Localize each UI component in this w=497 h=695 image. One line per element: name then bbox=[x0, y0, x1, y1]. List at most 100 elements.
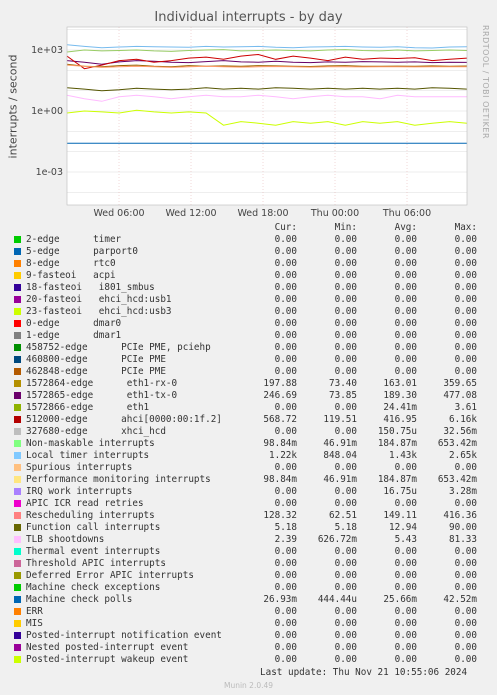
legend-label: Non-maskable interrupts bbox=[26, 438, 155, 449]
legend-max-value: 3.28m bbox=[449, 486, 477, 497]
legend-swatch bbox=[14, 500, 21, 507]
legend-max-value: 416.36 bbox=[443, 510, 477, 521]
legend-swatch bbox=[14, 380, 21, 387]
legend-label: TLB shootdowns bbox=[26, 534, 105, 545]
x-tick-label: Thu 00:00 bbox=[310, 208, 359, 219]
legend-swatch bbox=[14, 296, 21, 303]
legend-swatch bbox=[14, 476, 21, 483]
legend-max-value: 0.00 bbox=[454, 270, 477, 281]
legend-label: Posted-interrupt wakeup event bbox=[26, 654, 189, 665]
legend-label: Machine check polls bbox=[26, 594, 133, 605]
plot-background bbox=[67, 27, 467, 205]
legend-max-value: 653.42m bbox=[437, 438, 477, 449]
y-tick-labels: 1e+03 1e+00 1e-03 bbox=[31, 45, 63, 178]
legend-label: Nested posted-interrupt event bbox=[26, 642, 189, 653]
legend-label: 20-fasteoi ehci_hcd:usb1 bbox=[26, 294, 172, 305]
legend-label: 5-edge parport0 bbox=[26, 246, 138, 257]
legend-max-value: 0.00 bbox=[454, 570, 477, 581]
legend-swatch bbox=[14, 512, 21, 519]
legend-max-value: 81.33 bbox=[449, 534, 477, 545]
legend-swatch bbox=[14, 272, 21, 279]
legend-swatch bbox=[14, 596, 21, 603]
legend-swatch bbox=[14, 320, 21, 327]
legend-label: 327680-edge xhci_hcd bbox=[26, 426, 166, 437]
legend-max-value: 0.00 bbox=[454, 498, 477, 509]
legend-swatch bbox=[14, 644, 21, 651]
x-tick-label: Wed 12:00 bbox=[165, 208, 216, 219]
legend-label: Function call interrupts bbox=[26, 522, 161, 533]
legend-label: IRQ work interrupts bbox=[26, 486, 133, 497]
legend-max-value: 90.00 bbox=[449, 522, 477, 533]
legend-label: 8-edge rtc0 bbox=[26, 258, 116, 269]
header-max: Max: bbox=[454, 222, 477, 233]
legend-label: 512000-edge ahci[0000:00:1f.2] bbox=[26, 414, 222, 425]
legend-swatch bbox=[14, 416, 21, 423]
legend-swatch bbox=[14, 332, 21, 339]
legend-swatch bbox=[14, 524, 21, 531]
legend-max-value: 0.00 bbox=[454, 234, 477, 245]
legend-swatch bbox=[14, 308, 21, 315]
legend-label: 1572866-edge eth1 bbox=[26, 402, 150, 413]
legend-max-value: 0.00 bbox=[454, 258, 477, 269]
legend-swatch bbox=[14, 392, 21, 399]
legend-label: ERR bbox=[26, 606, 43, 617]
legend-swatch bbox=[14, 620, 21, 627]
legend-label: 0-edge dmar0 bbox=[26, 318, 122, 329]
legend-label: Spurious interrupts bbox=[26, 462, 133, 473]
legend-label: APIC ICR read retries bbox=[26, 498, 144, 509]
legend-swatch bbox=[14, 548, 21, 555]
legend-max-value: 3.61 bbox=[454, 402, 477, 413]
legend-max-value: 0.00 bbox=[454, 330, 477, 341]
legend-max-value: 0.00 bbox=[454, 618, 477, 629]
legend-max-value: 0.00 bbox=[454, 546, 477, 557]
legend-label: Threshold APIC interrupts bbox=[26, 558, 166, 569]
legend-swatch bbox=[14, 404, 21, 411]
legend-max-value: 0.00 bbox=[454, 246, 477, 257]
legend-label: Performance monitoring interrupts bbox=[26, 474, 211, 485]
legend-swatch bbox=[14, 428, 21, 435]
x-tick-label: Thu 06:00 bbox=[382, 208, 431, 219]
legend-max-value: 0.00 bbox=[454, 366, 477, 377]
legend-label: 23-fasteoi ehci_hcd:usb3 bbox=[26, 306, 172, 317]
legend-label: 2-edge timer bbox=[26, 234, 122, 245]
legend-max-value: 0.00 bbox=[454, 606, 477, 617]
legend-swatch bbox=[14, 572, 21, 579]
legend-swatch bbox=[14, 584, 21, 591]
legend-max-value: 0.00 bbox=[454, 318, 477, 329]
legend-swatch bbox=[14, 464, 21, 471]
legend-swatch bbox=[14, 248, 21, 255]
legend-swatch bbox=[14, 536, 21, 543]
legend-max-value: 0.00 bbox=[454, 342, 477, 353]
y-tick-label: 1e+00 bbox=[31, 106, 63, 117]
legend-max-value: 0.00 bbox=[454, 462, 477, 473]
legend-label: 458752-edge PCIe PME, pciehp bbox=[26, 342, 211, 353]
legend-max-value: 0.00 bbox=[454, 558, 477, 569]
legend-max-value: 0.00 bbox=[454, 642, 477, 653]
y-tick-label: 1e+03 bbox=[31, 45, 63, 56]
x-tick-label: Wed 18:00 bbox=[237, 208, 288, 219]
legend-max-value: 32.56m bbox=[443, 426, 477, 437]
legend-swatch bbox=[14, 656, 21, 663]
legend-swatch bbox=[14, 452, 21, 459]
legend-swatch bbox=[14, 344, 21, 351]
munin-graph-page: Individual interrupts - by day interrupt… bbox=[0, 0, 497, 695]
legend-max-value: 0.00 bbox=[454, 294, 477, 305]
legend-max-value: 0.00 bbox=[454, 630, 477, 641]
legend-max-value: 653.42m bbox=[437, 474, 477, 485]
legend-max-value: 2.65k bbox=[449, 450, 477, 461]
legend-swatch bbox=[14, 560, 21, 567]
legend-max-value: 42.52m bbox=[443, 594, 477, 605]
legend-label: 9-fasteoi acpi bbox=[26, 270, 116, 281]
legend-label: Local timer interrupts bbox=[26, 450, 150, 461]
legend-swatch bbox=[14, 488, 21, 495]
legend-swatch bbox=[14, 356, 21, 363]
legend-label: 1572865-edge eth1-tx-0 bbox=[26, 390, 178, 401]
legend-label: Deferred Error APIC interrupts bbox=[26, 570, 194, 581]
legend-swatch bbox=[14, 440, 21, 447]
legend-max-value: 359.65 bbox=[443, 378, 477, 389]
legend-label: 462848-edge PCIe PME bbox=[26, 366, 166, 377]
legend-max-value: 0.00 bbox=[454, 282, 477, 293]
x-tick-labels: Wed 06:00 Wed 12:00 Wed 18:00 Thu 00:00 Thu … bbox=[93, 208, 431, 219]
munin-version: Munin 2.0.49 bbox=[223, 681, 274, 690]
legend-max-value: 0.00 bbox=[454, 582, 477, 593]
